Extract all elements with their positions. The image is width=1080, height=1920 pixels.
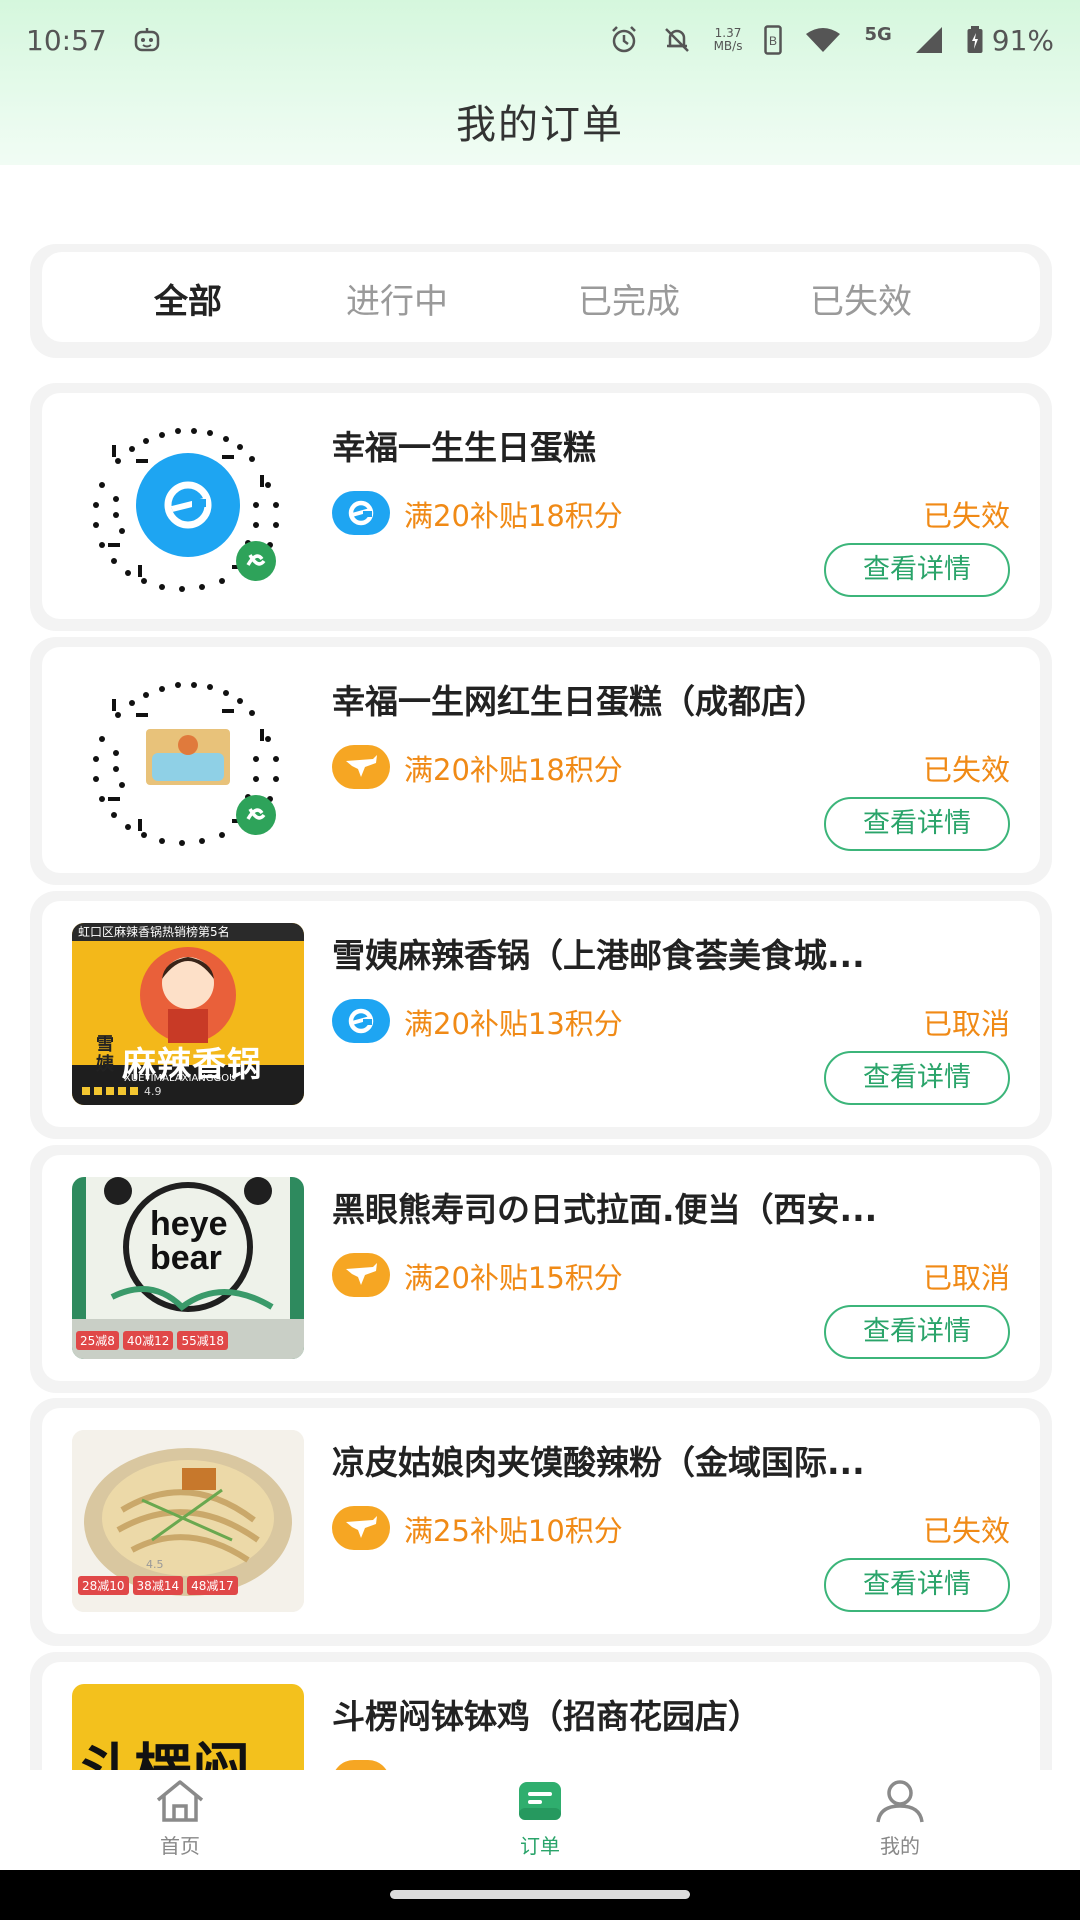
svg-text:B: B bbox=[769, 34, 777, 48]
nav-profile[interactable]: 我的 bbox=[840, 1778, 960, 1859]
eleme-icon bbox=[332, 491, 390, 535]
order-card-body[interactable]: 幸福一生生日蛋糕 满20补贴18积分 已失效 查看详情 bbox=[42, 393, 1040, 619]
thumb-coupon: 38减14 bbox=[132, 1576, 184, 1595]
status-time: 10:57 bbox=[26, 23, 107, 57]
thumb-rating: 4.9 bbox=[144, 1085, 162, 1098]
home-icon bbox=[156, 1780, 204, 1822]
bottom-navigation: 首页 订单 我的 bbox=[0, 1770, 1080, 1870]
thumb-coupon-row: 28减10 38减14 48减17 bbox=[78, 1576, 238, 1595]
alarm-icon bbox=[608, 24, 640, 56]
home-gesture-handle[interactable] bbox=[390, 1890, 690, 1899]
nav-orders[interactable]: 订单 bbox=[480, 1778, 600, 1859]
order-status: 已取消 bbox=[922, 1007, 1010, 1041]
thumb-ranking-text: 虹口区麻辣香锅热销榜第5名 bbox=[78, 925, 230, 939]
status-bar: 10:57 1.37 MB/s B 5G 91% bbox=[0, 0, 1080, 80]
order-status: 已失效 bbox=[922, 753, 1010, 787]
order-card-body[interactable]: heye bear 25减8 40减12 55减18 黑眼熊寿司の日式拉面.便当… bbox=[42, 1155, 1040, 1381]
tab-in-progress[interactable]: 进行中 bbox=[346, 274, 448, 323]
assistant-icon bbox=[133, 26, 161, 54]
nav-home[interactable]: 首页 bbox=[120, 1778, 240, 1859]
tab-expired[interactable]: 已失效 bbox=[810, 274, 912, 323]
thumb-coupon: 48减17 bbox=[187, 1576, 238, 1595]
battery-icon bbox=[966, 25, 984, 55]
network-speed: 1.37 MB/s bbox=[713, 26, 743, 53]
subsidy-text: 满20补贴13积分 bbox=[404, 1007, 623, 1041]
thumb-coupon: 25减8 bbox=[76, 1331, 119, 1350]
order-filter-tabs: 全部 进行中 已完成 已失效 bbox=[42, 252, 1040, 342]
shop-thumbnail: heye bear 25减8 40减12 55减18 bbox=[72, 1177, 304, 1359]
wifi-icon bbox=[804, 26, 842, 54]
view-details-button[interactable]: 查看详情 bbox=[824, 797, 1010, 851]
thumb-rating: 4.5 bbox=[146, 1558, 164, 1571]
signal-icon bbox=[914, 25, 944, 55]
order-card-body[interactable]: 虹口区麻辣香锅热销榜第5名 雪姨 麻辣香锅 XUEYIMALAXIANGGOU … bbox=[42, 901, 1040, 1127]
order-card-body[interactable]: 4.5 28减10 38减14 48减17 凉皮姑娘肉夹馍酸辣粉（金域国际...… bbox=[42, 1408, 1040, 1634]
subsidy-text: 满25补贴10积分 bbox=[404, 1514, 623, 1548]
shop-name: 幸福一生生日蛋糕 bbox=[332, 428, 596, 467]
mute-bell-icon bbox=[662, 25, 692, 55]
shop-thumbnail bbox=[72, 669, 304, 851]
order-card-body[interactable]: 幸福一生网红生日蛋糕（成都店） 满20补贴18积分 已失效 查看详情 bbox=[42, 647, 1040, 873]
thumb-logo-line2: bear bbox=[150, 1239, 222, 1277]
order-card: heye bear 25减8 40减12 55减18 黑眼熊寿司の日式拉面.便当… bbox=[30, 1145, 1052, 1393]
shop-thumbnail bbox=[72, 415, 304, 597]
order-card: 幸福一生生日蛋糕 满20补贴18积分 已失效 查看详情 bbox=[30, 383, 1052, 631]
thumb-coupon: 55减18 bbox=[177, 1331, 228, 1350]
shop-thumbnail: 4.5 28减10 38减14 48减17 bbox=[72, 1430, 304, 1612]
tab-all[interactable]: 全部 bbox=[154, 274, 222, 323]
thumb-coupon: 28减10 bbox=[78, 1576, 129, 1595]
meituan-kangaroo-icon bbox=[332, 745, 390, 789]
order-status: 已失效 bbox=[922, 499, 1010, 533]
nav-orders-label: 订单 bbox=[520, 1834, 560, 1858]
shop-name: 凉皮姑娘肉夹馍酸辣粉（金域国际... bbox=[332, 1443, 865, 1482]
order-status: 已取消 bbox=[922, 1261, 1010, 1295]
thumb-brand-text: 雪姨 bbox=[96, 1034, 114, 1075]
profile-icon bbox=[876, 1780, 924, 1823]
eleme-icon bbox=[332, 999, 390, 1043]
shop-name: 雪姨麻辣香锅（上港邮食荟美食城... bbox=[332, 936, 865, 975]
nav-profile-label: 我的 bbox=[880, 1834, 920, 1858]
meituan-kangaroo-icon bbox=[332, 1506, 390, 1550]
thumb-coupon: 40减12 bbox=[122, 1331, 174, 1350]
view-details-button[interactable]: 查看详情 bbox=[824, 543, 1010, 597]
nav-home-label: 首页 bbox=[160, 1834, 200, 1858]
order-card: 虹口区麻辣香锅热销榜第5名 雪姨 麻辣香锅 XUEYIMALAXIANGGOU … bbox=[30, 891, 1052, 1139]
battery-percent: 91% bbox=[991, 23, 1054, 57]
shop-name: 黑眼熊寿司の日式拉面.便当（西安... bbox=[332, 1190, 878, 1229]
network-type: 5G bbox=[864, 23, 892, 45]
order-card: 4.5 28减10 38减14 48减17 凉皮姑娘肉夹馍酸辣粉（金域国际...… bbox=[30, 1398, 1052, 1646]
data-icon: B bbox=[764, 25, 783, 55]
system-navigation-bar bbox=[0, 1870, 1080, 1920]
page-title: 我的订单 bbox=[456, 102, 624, 148]
order-card: 幸福一生网红生日蛋糕（成都店） 满20补贴18积分 已失效 查看详情 bbox=[30, 637, 1052, 885]
tab-completed[interactable]: 已完成 bbox=[578, 274, 680, 323]
order-icon bbox=[519, 1782, 561, 1820]
view-details-button[interactable]: 查看详情 bbox=[824, 1558, 1010, 1612]
shop-name: 斗楞闷钵钵鸡（招商花园店） bbox=[332, 1697, 761, 1736]
order-status: 已失效 bbox=[922, 1514, 1010, 1548]
subsidy-text: 满20补贴15积分 bbox=[404, 1261, 623, 1295]
view-details-button[interactable]: 查看详情 bbox=[824, 1305, 1010, 1359]
thumb-coupon-row: 25减8 40减12 55减18 bbox=[76, 1331, 228, 1350]
view-details-button[interactable]: 查看详情 bbox=[824, 1051, 1010, 1105]
shop-thumbnail: 虹口区麻辣香锅热销榜第5名 雪姨 麻辣香锅 XUEYIMALAXIANGGOU … bbox=[72, 923, 304, 1105]
meituan-kangaroo-icon bbox=[332, 1253, 390, 1297]
subsidy-text: 满20补贴18积分 bbox=[404, 753, 623, 787]
subsidy-text: 满20补贴18积分 bbox=[404, 499, 623, 533]
shop-name: 幸福一生网红生日蛋糕（成都店） bbox=[332, 682, 827, 721]
thumb-pinyin: XUEYIMALAXIANGGOU bbox=[124, 1073, 237, 1084]
